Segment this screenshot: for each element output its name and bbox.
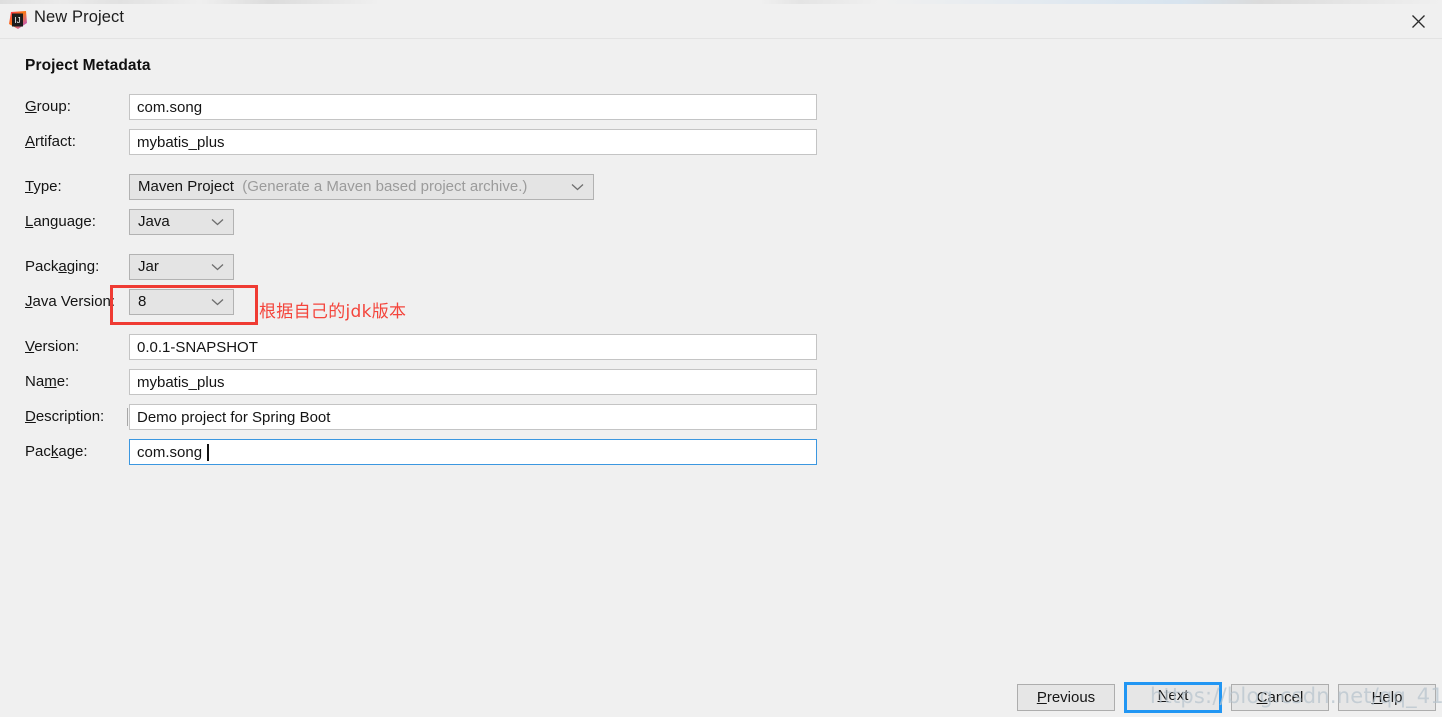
intellij-idea-icon: IJ xyxy=(8,10,28,30)
language-dropdown-value: Java xyxy=(138,213,170,230)
previous-button[interactable]: Previous xyxy=(1017,684,1115,711)
package-input[interactable] xyxy=(129,439,817,465)
group-label: Group: xyxy=(25,98,71,115)
group-input[interactable] xyxy=(129,94,817,120)
packaging-label: Packaging: xyxy=(25,258,100,275)
language-label: Language: xyxy=(25,213,96,230)
version-input[interactable] xyxy=(129,334,817,360)
type-dropdown-value: Maven Project xyxy=(138,178,234,195)
java-version-dropdown[interactable]: 8 xyxy=(129,289,234,315)
packaging-dropdown-value: Jar xyxy=(138,258,159,275)
chevron-down-icon xyxy=(211,255,224,279)
packaging-dropdown[interactable]: Jar xyxy=(129,254,234,280)
type-dropdown[interactable]: Maven Project (Generate a Maven based pr… xyxy=(129,174,594,200)
title-bar: IJ New Project xyxy=(0,4,1442,38)
description-label: Description: xyxy=(25,408,105,425)
name-input[interactable] xyxy=(129,369,817,395)
cancel-button[interactable]: Cancel xyxy=(1231,684,1329,711)
page-title: Project Metadata xyxy=(25,57,151,74)
chevron-down-icon xyxy=(211,210,224,234)
language-dropdown[interactable]: Java xyxy=(129,209,234,235)
help-button[interactable]: Help xyxy=(1338,684,1436,711)
description-input[interactable] xyxy=(129,404,817,430)
description-field-edge-artifact xyxy=(127,408,128,426)
close-icon[interactable] xyxy=(1394,4,1442,38)
package-label: Package: xyxy=(25,443,88,460)
java-version-dropdown-value: 8 xyxy=(138,293,147,310)
text-cursor xyxy=(207,444,209,461)
artifact-label: Artifact: xyxy=(25,133,76,150)
window-title: New Project xyxy=(34,8,125,26)
chevron-down-icon xyxy=(571,175,584,199)
name-label: Name: xyxy=(25,373,70,390)
version-label: Version: xyxy=(25,338,80,355)
next-button[interactable]: Next xyxy=(1124,682,1222,713)
java-version-label: Java Version: xyxy=(25,293,116,310)
type-dropdown-hint: (Generate a Maven based project archive.… xyxy=(242,178,528,195)
svg-text:IJ: IJ xyxy=(14,16,20,25)
title-bar-divider xyxy=(0,38,1442,39)
type-label: Type: xyxy=(25,178,62,195)
chevron-down-icon xyxy=(211,290,224,314)
annotation-text: 根据自己的jdk版本 xyxy=(259,302,407,322)
artifact-input[interactable] xyxy=(129,129,817,155)
